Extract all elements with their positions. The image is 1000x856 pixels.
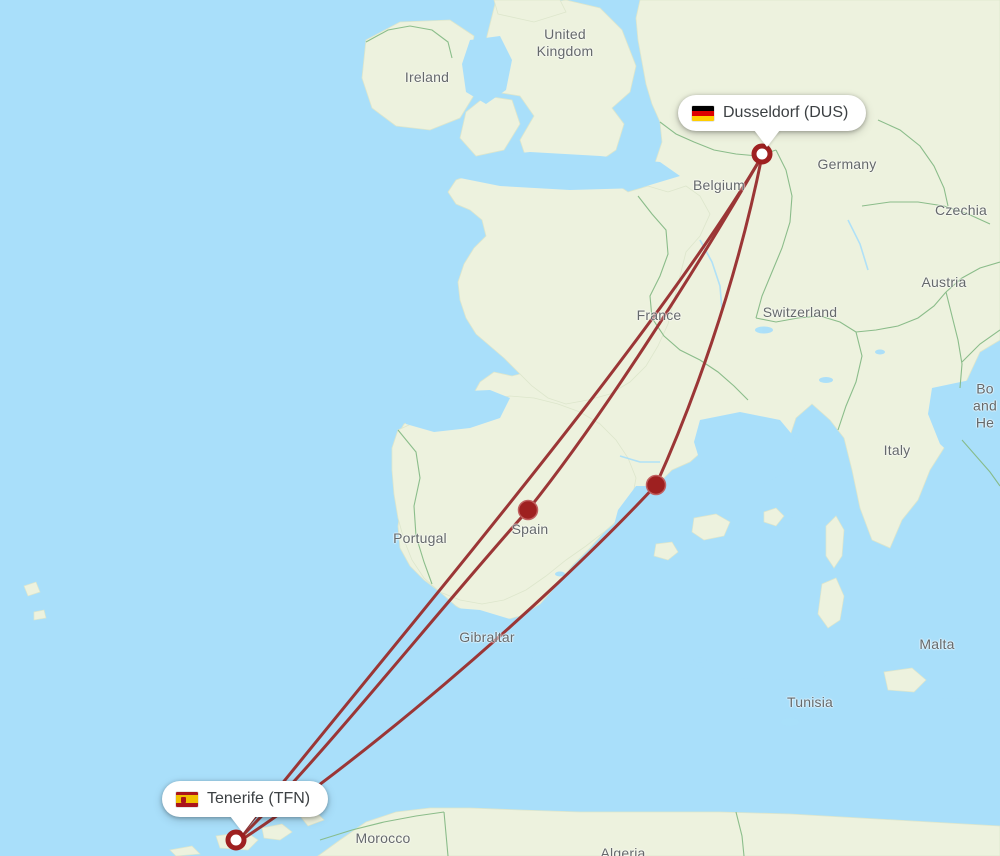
country-label-switzerland: Switzerland (762, 304, 838, 320)
airport-tooltip-tfn[interactable]: Tenerife (TFN) (162, 781, 329, 833)
country-label-germany: Germany (817, 156, 877, 172)
tooltip-pointer-tfn (230, 816, 256, 833)
country-label-gibraltar: Gibraltar (459, 629, 515, 645)
country-label-ireland: Ireland (404, 69, 450, 85)
country-label-portugal: Portugal (393, 530, 447, 546)
spain-flag-icon (176, 791, 198, 807)
tooltip-pointer-dus (754, 130, 780, 147)
country-label-belgium: Belgium (693, 177, 745, 193)
country-label-spain: Spain (511, 521, 549, 537)
country-label-united-kingdom: United Kingdom (536, 26, 594, 59)
country-label-malta: Malta (919, 636, 955, 652)
country-label-bosnia-and-herzegovina: Bo and He (973, 380, 997, 431)
airport-tooltip-dus[interactable]: Dusseldorf (DUS) (678, 95, 867, 147)
country-label-austria: Austria (921, 274, 967, 290)
country-label-france: France (636, 307, 682, 323)
airport-tooltip-label-dus: Dusseldorf (DUS) (723, 104, 849, 121)
country-label-algeria: Algeria (600, 845, 646, 856)
country-label-czechia: Czechia (935, 202, 987, 218)
flight-route-map[interactable]: Ireland United Kingdom Belgium Germany C… (0, 0, 1000, 856)
country-label-tunisia: Tunisia (786, 694, 834, 710)
country-label-morocco: Morocco (355, 830, 411, 846)
germany-flag-icon (692, 105, 714, 121)
airport-tooltip-label-tfn: Tenerife (TFN) (207, 790, 311, 807)
country-label-italy: Italy (883, 442, 911, 458)
